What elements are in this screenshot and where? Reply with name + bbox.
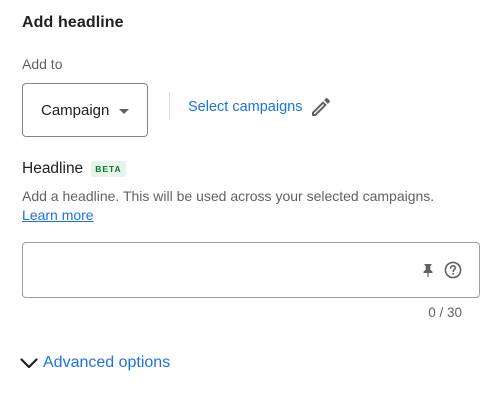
headline-input-container (22, 242, 480, 299)
pencil-icon[interactable] (309, 95, 333, 119)
add-to-label: Add to (22, 56, 63, 72)
campaign-dropdown-value: Campaign (41, 101, 110, 119)
panel-title: Add headline (22, 14, 124, 31)
caret-down-icon (119, 108, 130, 114)
chevron-down-icon (20, 358, 38, 369)
beta-badge: BETA (91, 161, 126, 177)
select-campaigns-link[interactable]: Select campaigns (188, 95, 333, 119)
pin-icon[interactable] (420, 262, 436, 278)
divider (169, 92, 170, 120)
headline-label: Headline (22, 160, 84, 177)
campaign-dropdown[interactable]: Campaign (22, 83, 148, 137)
learn-more-link[interactable]: Learn more (22, 207, 94, 223)
headline-helper-text: Add a headline. This will be used across… (22, 187, 482, 224)
select-campaigns-label: Select campaigns (188, 99, 303, 115)
headline-header: Headline BETA (22, 160, 126, 178)
headline-input[interactable] (35, 243, 419, 299)
advanced-options-label: Advanced options (43, 354, 171, 371)
advanced-options-toggle[interactable]: Advanced options (18, 352, 170, 374)
helper-description: Add a headline. This will be used across… (22, 188, 435, 204)
character-counter: 0 / 30 (428, 305, 462, 320)
help-circle-icon[interactable] (443, 260, 463, 280)
